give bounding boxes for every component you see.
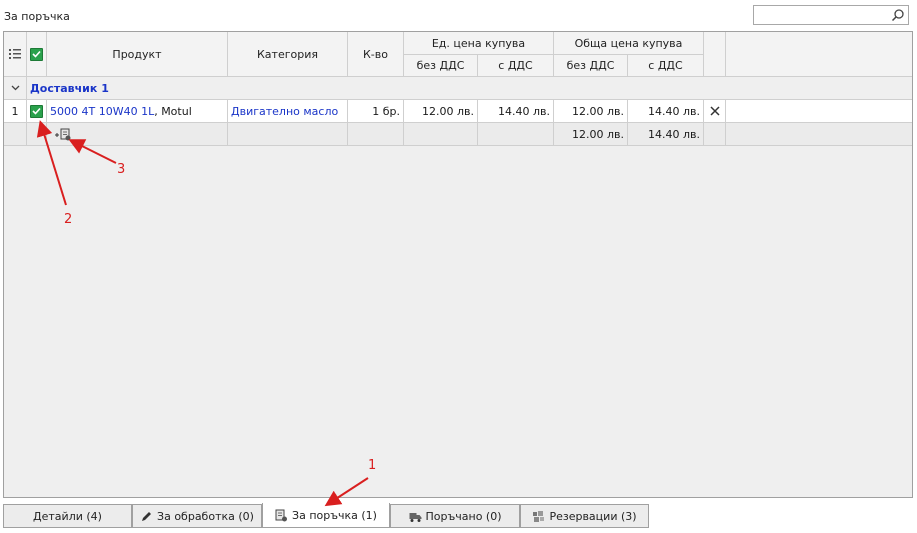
column-header-filler [726,32,912,77]
group-header-supplier: Доставчик 1 [27,77,912,100]
annotation-label-1: 1 [368,458,377,473]
column-header-unit-with-vat[interactable]: с ДДС [478,55,554,77]
check-icon [30,47,43,61]
product-brand: , Motul [154,104,192,118]
summary-spacer [4,123,27,146]
column-group-unit-price: Ед. цена купува [404,32,554,55]
panel-title: За поръчка [4,10,70,23]
column-header-category[interactable]: Категория [228,32,348,77]
list-settings-icon [8,49,21,59]
column-header-actions [704,32,726,77]
tab-reservations[interactable]: Резервации (3) [520,504,649,528]
tab-details[interactable]: Детайли (4) [3,504,132,528]
search-box[interactable] [753,5,909,25]
chevron-down-icon [11,85,19,91]
tab-label: Резервации (3) [549,509,637,523]
summary-total-no-vat: 12.00 лв. [554,123,628,146]
summary-spacer [348,123,404,146]
column-header-total-no-vat[interactable]: без ДДС [554,55,628,77]
check-icon [30,104,43,118]
summary-total-with-vat: 14.40 лв. [628,123,704,146]
summary-spacer [478,123,554,146]
summary-filler [726,123,912,146]
search-icon[interactable] [891,8,905,22]
row-filler [726,100,912,123]
annotation-label-3: 3 [117,162,126,177]
column-header-unit-no-vat[interactable]: без ДДС [404,55,478,77]
select-all-checkbox[interactable] [27,32,47,77]
unit-no-vat-cell[interactable]: 12.00 лв. [404,100,478,123]
tab-label: Поръчано (0) [425,509,502,523]
truck-icon [409,512,421,522]
summary-spacer [404,123,478,146]
remove-row-button[interactable] [704,100,726,123]
summary-spacer [228,123,348,146]
total-no-vat-cell: 12.00 лв. [554,100,628,123]
column-header-product[interactable]: Продукт [47,32,228,77]
qty-cell[interactable]: 1 бр. [348,100,404,123]
group-collapse-toggle[interactable] [4,77,27,100]
tab-label: Детайли (4) [33,509,102,523]
tab-label: За обработка (0) [157,509,254,523]
tab-to-order[interactable]: За поръчка (1) [262,503,390,528]
tab-label: За поръчка (1) [292,508,377,522]
tab-ordered[interactable]: Поръчано (0) [390,504,520,528]
row-checkbox[interactable] [27,100,47,123]
order-icon [275,509,288,521]
column-header-qty[interactable]: К-во [348,32,404,77]
order-grid: Продукт Категория К-во Ед. цена купува О… [3,31,913,498]
add-order-icon[interactable] [54,128,72,141]
annotation-label-2: 2 [64,212,73,227]
summary-spacer [704,123,726,146]
close-icon [709,106,720,116]
product-link[interactable]: 5000 4T 10W40 1L [50,105,154,118]
pencil-icon [142,511,152,521]
summary-spacer [27,123,47,146]
reservation-icon [533,510,545,522]
total-with-vat-cell: 14.40 лв. [628,100,704,123]
category-link[interactable]: Двигателно масло [228,100,348,123]
search-input[interactable] [757,7,891,25]
unit-with-vat-cell[interactable]: 14.40 лв. [478,100,554,123]
product-cell: 5000 4T 10W40 1L, Motul [47,100,228,123]
tab-processing[interactable]: За обработка (0) [132,504,262,528]
column-header-total-with-vat[interactable]: с ДДС [628,55,704,77]
column-group-total-price: Обща цена купува [554,32,704,55]
add-to-order-cell [47,123,228,146]
row-number: 1 [4,100,27,123]
column-chooser-button[interactable] [4,32,27,77]
